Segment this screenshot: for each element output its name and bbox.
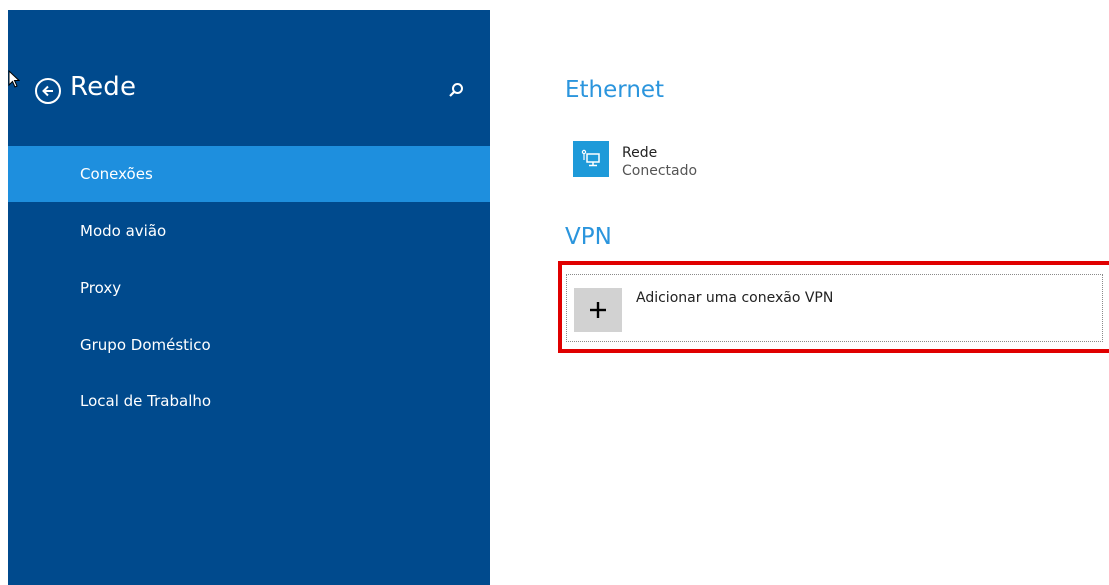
ethernet-section-title: Ethernet <box>565 77 665 103</box>
vpn-section-title: VPN <box>565 224 612 250</box>
sidebar-item-grupo-domestico[interactable]: Grupo Doméstico <box>8 317 490 373</box>
sidebar-item-proxy[interactable]: Proxy <box>8 260 490 316</box>
back-arrow-icon[interactable] <box>35 78 61 104</box>
window-edge <box>0 0 8 585</box>
search-icon[interactable] <box>448 82 464 98</box>
add-vpn-connection-button[interactable] <box>566 274 1103 342</box>
mouse-pointer-icon <box>8 70 20 88</box>
sidebar-item-label: Proxy <box>80 279 122 297</box>
sidebar-item-label: Conexões <box>80 165 153 183</box>
add-vpn-label[interactable]: Adicionar uma conexão VPN <box>636 290 833 306</box>
sidebar-item-label: Modo avião <box>80 222 167 240</box>
sidebar-item-label: Grupo Doméstico <box>80 336 211 354</box>
sidebar-item-conexoes[interactable]: Conexões <box>8 146 490 202</box>
page-title: Rede <box>70 72 137 102</box>
network-name[interactable]: Rede <box>622 145 657 161</box>
sidebar-item-label: Local de Trabalho <box>80 392 212 410</box>
plus-icon[interactable] <box>574 288 622 332</box>
sidebar-item-local-de-trabalho[interactable]: Local de Trabalho <box>8 373 490 429</box>
network-status: Conectado <box>622 163 698 179</box>
sidebar-item-modo-aviao[interactable]: Modo avião <box>8 203 490 259</box>
network-computer-icon <box>573 141 609 177</box>
